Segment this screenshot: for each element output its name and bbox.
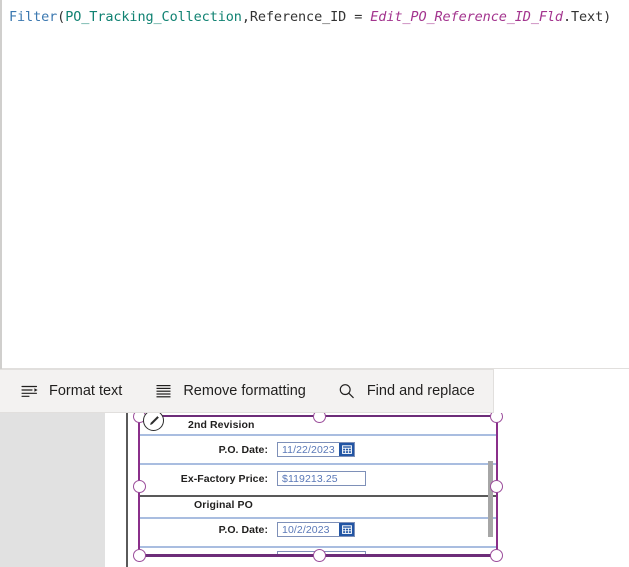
field-label: P.O. Date: <box>218 523 268 536</box>
field-row: P.O. Date: 11/22/2023 <box>140 436 496 463</box>
resize-handle-bottom-right[interactable] <box>490 549 503 562</box>
canvas-gutter <box>0 413 105 567</box>
formula-token-punct: ( <box>57 9 66 25</box>
formula-token-table: PO_Tracking_Collection <box>65 9 242 25</box>
formula-token-fn: Filter <box>9 9 58 25</box>
gallery-item-title: Original PO <box>194 498 253 511</box>
price-value[interactable]: $119213.25 <box>277 471 366 486</box>
formula-bar-accent <box>0 0 2 369</box>
field-label: P.O. Date: <box>218 443 268 456</box>
calendar-icon[interactable] <box>339 443 354 456</box>
resize-handle-top-right[interactable] <box>490 413 503 423</box>
field-label: Ex-Factory Price: <box>180 472 268 485</box>
calendar-icon[interactable] <box>339 523 354 536</box>
gallery-item-header: Original PO <box>140 495 496 514</box>
lines-icon <box>152 380 174 402</box>
price-input[interactable]: $119213.25 <box>277 471 366 486</box>
date-picker[interactable]: 10/2/2023 <box>277 522 355 537</box>
resize-handle-bottom-center[interactable] <box>313 549 326 562</box>
formula-token-punct: , <box>241 9 250 25</box>
gallery-item[interactable]: Original PO P.O. Date: 10/2/2023 <box>140 495 496 557</box>
formula-format-toolbar: Format text Remove formatting Find and r… <box>0 369 494 413</box>
date-picker[interactable]: 11/22/2023 <box>277 442 355 457</box>
formula-token-plain: = <box>346 9 371 25</box>
canvas-edge-rule <box>126 413 128 567</box>
resize-handle-middle-right[interactable] <box>490 480 503 493</box>
resize-handle-bottom-left[interactable] <box>133 549 146 562</box>
formula-token-punct: .Text) <box>562 9 612 25</box>
search-icon <box>336 380 358 402</box>
find-and-replace-button[interactable]: Find and replace <box>336 370 475 412</box>
gallery-item-title: 2nd Revision <box>188 418 255 431</box>
formula-bar-panel[interactable]: Filter(PO_Tracking_Collection,Reference_… <box>0 0 629 369</box>
find-and-replace-label: Find and replace <box>366 383 475 399</box>
align-left-icon <box>18 380 40 402</box>
resize-handle-middle-left[interactable] <box>133 480 146 493</box>
gallery-scrollbar[interactable] <box>488 461 493 537</box>
formula-token-control: Edit_PO_Reference_ID_Fld <box>370 9 563 25</box>
format-text-button[interactable]: Format text <box>18 370 122 412</box>
format-text-label: Format text <box>49 383 123 399</box>
app-canvas: 2nd Revision P.O. Date: 11/22/2023 Ex-Fa… <box>0 413 629 567</box>
remove-formatting-button[interactable]: Remove formatting <box>152 370 306 412</box>
po-history-gallery[interactable]: 2nd Revision P.O. Date: 11/22/2023 Ex-Fa… <box>133 413 503 563</box>
remove-formatting-label: Remove formatting <box>183 383 306 399</box>
field-row: P.O. Date: 10/2/2023 <box>140 516 496 543</box>
gallery-item[interactable]: 2nd Revision P.O. Date: 11/22/2023 Ex-Fa… <box>140 415 496 492</box>
formula-expression[interactable]: Filter(PO_Tracking_Collection,Reference_… <box>9 8 629 26</box>
gallery-content: 2nd Revision P.O. Date: 11/22/2023 Ex-Fa… <box>140 415 496 557</box>
field-row: Ex-Factory Price: $119213.25 <box>140 465 496 492</box>
formula-token-plain: Reference_ID <box>249 9 347 25</box>
